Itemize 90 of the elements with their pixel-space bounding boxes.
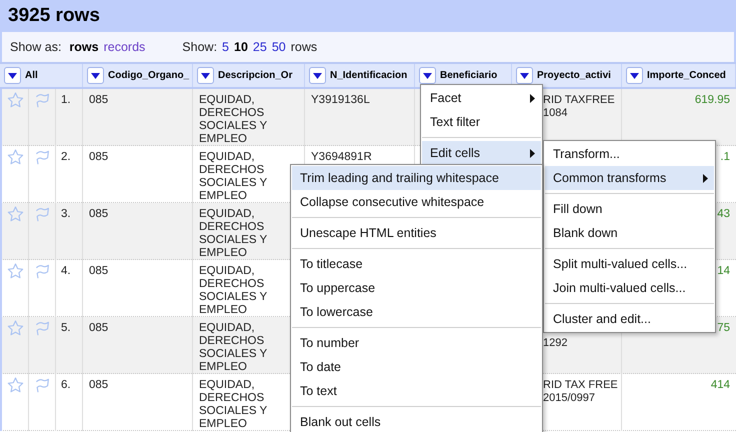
table-cell: 085	[89, 265, 108, 277]
menu-item[interactable]: To lowercase	[292, 300, 541, 324]
column-header: Codigo_Organo_	[83, 64, 193, 87]
caret-icon	[313, 72, 322, 78]
show-as-label: Show as:	[10, 38, 62, 56]
table-cell: EQUIDAD, DERECHOS SOCIALES Y EMPLEO	[199, 94, 267, 145]
row-number: 2.	[61, 151, 71, 163]
row-number: 3.	[61, 208, 71, 220]
menu-item[interactable]: Edit cells	[422, 141, 541, 165]
show-label: Show:	[182, 38, 218, 56]
row-number: 5.	[61, 322, 71, 334]
row-number: 4.	[61, 265, 71, 277]
menu-item[interactable]: Trim leading and trailing whitespace	[292, 166, 541, 190]
menu-item[interactable]: Blank out cells	[292, 410, 541, 432]
row-count-title: 3925 rows	[8, 4, 100, 28]
menu-item[interactable]: Cluster and edit...	[545, 307, 714, 331]
table-cell: 75	[717, 322, 730, 334]
table-cell: .1	[720, 151, 730, 163]
column-header: Descripcion_Or	[193, 64, 305, 87]
table-cell: 085	[89, 322, 108, 334]
view-mode-link[interactable]: records	[104, 38, 146, 56]
table-cell: 085	[89, 208, 108, 220]
table-cell: 619.95	[694, 94, 730, 106]
flag-icon[interactable]	[34, 206, 50, 222]
menu-item[interactable]: To titlecase	[292, 252, 541, 276]
column-header: Importe_Conced	[622, 64, 736, 87]
rows-label: rows	[290, 38, 318, 56]
table-cell: 1292	[543, 337, 568, 349]
page-size-link[interactable]: 25	[252, 38, 267, 56]
menu-item[interactable]: Facet	[422, 86, 541, 110]
menu-item[interactable]: Join multi-valued cells...	[545, 276, 714, 300]
table-cell: RID TAX FREE 2015/0997	[543, 379, 618, 404]
flag-icon[interactable]	[34, 377, 50, 393]
table-cell: 085	[89, 379, 108, 391]
row-number: 1.	[61, 94, 71, 106]
column-header: N_Identificacion	[305, 64, 415, 87]
column-dropdown-button[interactable]	[4, 67, 21, 84]
view-mode-link[interactable]: rows	[69, 38, 99, 56]
caret-icon	[630, 72, 639, 78]
table-cell: 14	[717, 265, 730, 277]
page-size-link[interactable]: 50	[272, 38, 286, 56]
star-icon[interactable]	[6, 377, 24, 393]
flag-icon[interactable]	[34, 263, 50, 279]
menu-item[interactable]: To uppercase	[292, 276, 541, 300]
caret-icon	[201, 72, 210, 78]
row-number: 6.	[61, 379, 71, 391]
menu-item[interactable]: To text	[292, 379, 541, 403]
page-size-link[interactable]: 10	[234, 38, 248, 56]
page-size-link[interactable]: 5	[222, 38, 229, 56]
caret-icon	[91, 72, 100, 78]
star-icon[interactable]	[6, 263, 24, 279]
column-dropdown-button[interactable]	[197, 67, 214, 84]
column-dropdown-button[interactable]	[87, 67, 104, 84]
table-cell: EQUIDAD, DERECHOS SOCIALES Y EMPLEO	[199, 379, 267, 430]
menu-item[interactable]: Blank down	[545, 221, 714, 245]
flag-icon[interactable]	[34, 149, 50, 165]
menu-item[interactable]: Common transforms	[545, 166, 714, 190]
star-icon[interactable]	[6, 149, 24, 165]
table-cell: EQUIDAD, DERECHOS SOCIALES Y EMPLEO	[199, 151, 267, 202]
caret-icon	[423, 72, 432, 78]
menu-item[interactable]: Transform...	[545, 142, 714, 166]
menu-item[interactable]: Split multi-valued cells...	[545, 252, 714, 276]
column-dropdown-button[interactable]	[626, 67, 643, 84]
table-cell: 085	[89, 151, 108, 163]
table-cell: 085	[89, 94, 108, 106]
menu-item[interactable]: Text filter	[422, 110, 541, 134]
column-dropdown-button[interactable]	[516, 67, 533, 84]
table-cell: EQUIDAD, DERECHOS SOCIALES Y EMPLEO	[199, 265, 267, 316]
table-cell: Y3919136L	[311, 94, 370, 106]
table-cell: EQUIDAD, DERECHOS SOCIALES Y EMPLEO	[199, 322, 267, 373]
table-cell: 43	[717, 208, 730, 220]
table-cell: RID TAXFREE 1084	[543, 94, 615, 119]
menu-item[interactable]: To number	[292, 331, 541, 355]
menu-item[interactable]: Fill down	[545, 197, 714, 221]
star-icon[interactable]	[6, 206, 24, 222]
menu-item[interactable]: To date	[292, 355, 541, 379]
column-dropdown-button[interactable]	[419, 67, 436, 84]
table-cell: Y3694891R	[311, 151, 372, 163]
star-icon[interactable]	[6, 92, 24, 108]
menu-item[interactable]: Unescape HTML entities	[292, 221, 541, 245]
table-cell: 414	[710, 379, 730, 391]
flag-icon[interactable]	[34, 92, 50, 108]
star-icon[interactable]	[6, 320, 24, 336]
flag-icon[interactable]	[34, 320, 50, 336]
menu-item[interactable]: Collapse consecutive whitespace	[292, 190, 541, 214]
caret-icon	[520, 72, 529, 78]
caret-icon	[8, 72, 17, 78]
table-cell: EQUIDAD, DERECHOS SOCIALES Y EMPLEO	[199, 208, 267, 259]
column-header: All	[0, 64, 83, 87]
column-dropdown-button[interactable]	[309, 67, 326, 84]
